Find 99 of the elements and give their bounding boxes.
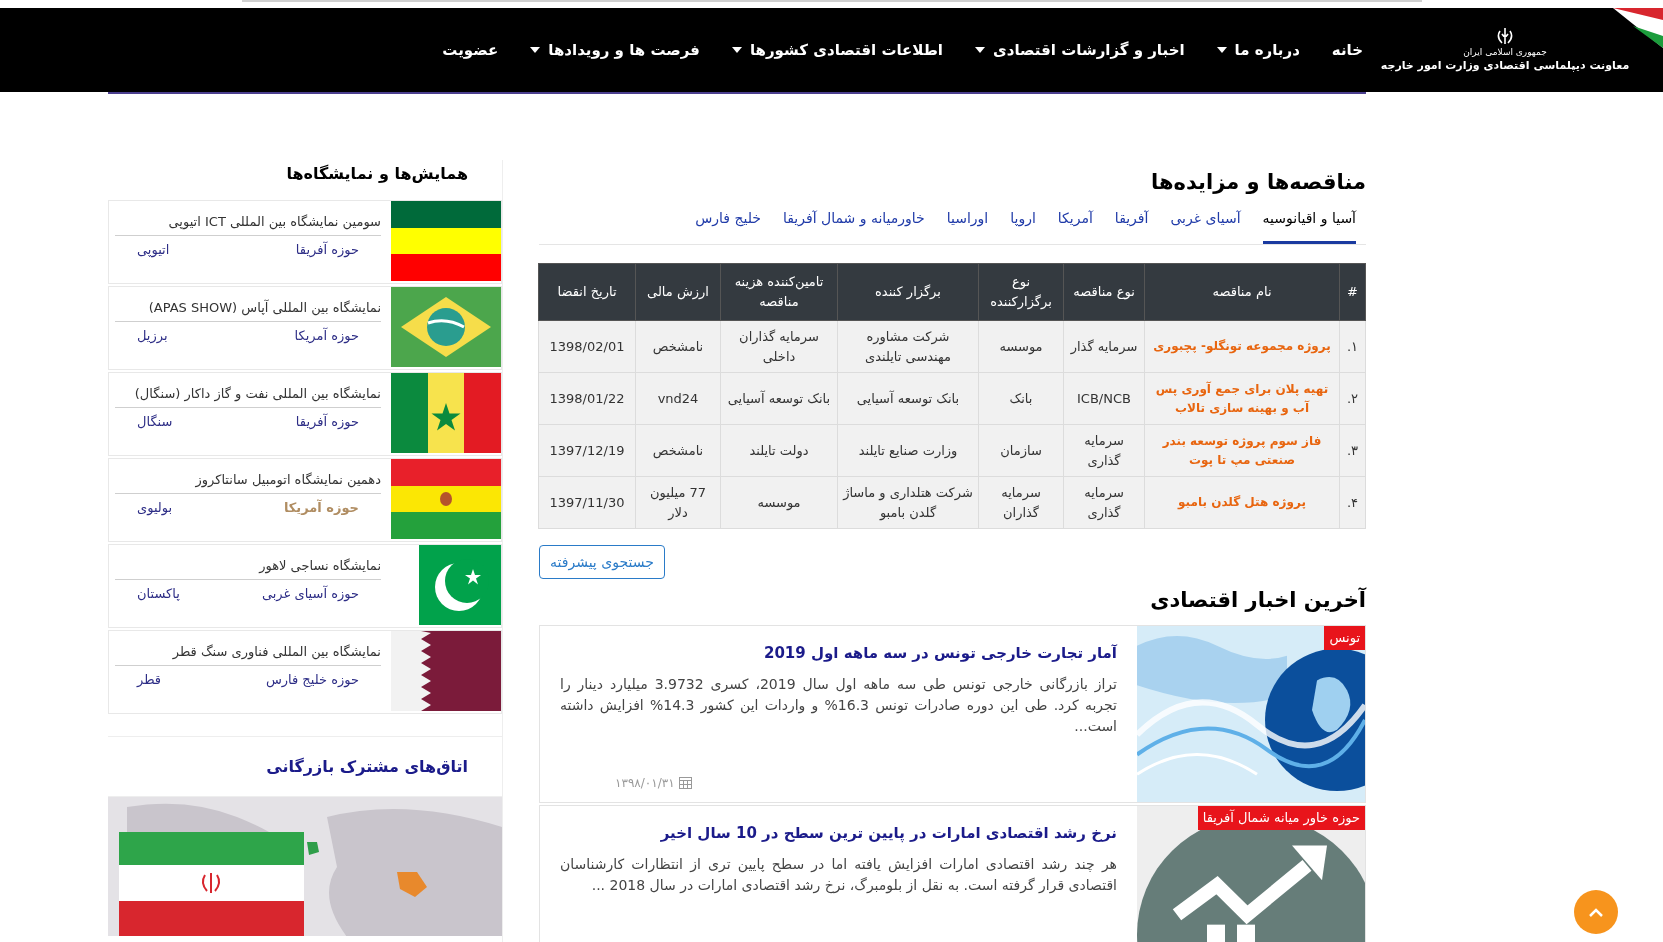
exhibition-title: دهمین نمایشگاه اتومبیل سانتاکروز xyxy=(115,471,381,494)
table-cell: 1398/02/01 xyxy=(538,320,636,373)
nav-link[interactable]: درباره ما xyxy=(1216,38,1300,62)
region-link[interactable]: حوزه آسیای غربی xyxy=(261,584,359,604)
country-link[interactable]: اتیوپی xyxy=(137,240,170,260)
news-title[interactable]: نرخ رشد اقتصادی امارات در پایین ترین سطح در 10 سال اخیر xyxy=(560,821,1117,844)
logo-subtitle: جمهوری اسلامی ایران xyxy=(1463,46,1547,58)
exhibition-card[interactable]: دهمین نمایشگاه اتومبیل سانتاکروز حوزه آمریکا بولیوی xyxy=(108,458,502,542)
table-cell: سرمایه گذاری xyxy=(1063,424,1145,477)
column-header: تامین‌کننده هزینه مناقصه xyxy=(720,263,838,321)
exhibition-title: نمایشگاه نساجی لاهور xyxy=(115,557,381,580)
section-title: مناقصه‌ها و مزایده‌ها xyxy=(1150,169,1366,196)
table-cell: ۱. xyxy=(1339,320,1366,373)
exhibition-title: سومین نمایشگاه بین المللی ICT اتیوپی xyxy=(115,213,381,236)
region-tab[interactable]: آسیای غربی xyxy=(1170,208,1241,244)
table-cell: موسسه xyxy=(978,320,1064,373)
news-excerpt: تراز بازرگانی خارجی تونس طی سه ماهه اول سال 2019، کسری 3.9732 میلیارد دینار را تجربه کرد. طی این دوره صادرات تونس 16.3% و واردات این کشور 14.3% افزایش داشته است... xyxy=(560,674,1117,736)
table-cell: 1398/01/22 xyxy=(538,372,636,425)
flag-icon xyxy=(391,287,501,367)
nav-link[interactable]: اطلاعات اقتصادی کشورها xyxy=(731,38,943,62)
category-tag[interactable]: حوزه خاور میانه شمال آفریقا xyxy=(1197,805,1365,830)
advanced-search-button[interactable]: جستجوی پیشرفته xyxy=(539,545,665,579)
exhibition-title: نمایشگاه بین المللی آپاس (APAS SHOW) xyxy=(115,299,381,322)
table-cell: وزارت صنایع تایلند xyxy=(837,424,979,477)
nav-link[interactable]: عضویت xyxy=(442,38,499,62)
table-cell: 77 میلیون دلار xyxy=(635,476,721,529)
exhibition-title: نمایشگاه بین المللی فناوری سنگ قطر xyxy=(115,643,381,666)
table-cell: سرمایه گذار xyxy=(1063,320,1145,373)
country-link[interactable]: پاکستان xyxy=(137,584,180,604)
table-cell: بانک توسعه آسیایی xyxy=(720,372,838,425)
country-link[interactable]: قطر xyxy=(137,670,162,690)
column-header: ارزش مالی xyxy=(635,263,721,321)
country-link[interactable]: سنگال xyxy=(137,412,173,432)
region-link[interactable]: حوزه آفریقا xyxy=(295,412,359,432)
table-cell: ICB/NCB xyxy=(1063,372,1145,425)
region-tab[interactable]: اوراسیا xyxy=(946,208,989,244)
nav-link[interactable]: فرصت ها و رویدادها xyxy=(530,38,700,62)
region-tab[interactable]: آسیا و اقیانوسیه xyxy=(1262,208,1356,244)
news-date: ۱۳۹۸/۰۱/۳۱ xyxy=(615,774,675,792)
table-cell: ۳. xyxy=(1339,424,1366,477)
table-cell: شرکت مشاوره مهندسی تایلندی xyxy=(837,320,979,373)
column-header: نام مناقصه xyxy=(1144,263,1340,321)
caret-icon xyxy=(1216,47,1227,53)
region-link[interactable]: حوزه خلیج فارس xyxy=(265,670,359,690)
table-cell: نامشخص xyxy=(635,424,721,477)
exhibition-card[interactable]: نمایشگاه بین المللی فناوری سنگ قطر حوزه خلیج فارس قطر xyxy=(108,630,502,714)
table-cell: ۲. xyxy=(1339,372,1366,425)
exhibition-card[interactable]: نمایشگاه بین المللی نفت و گاز داکار (سنگال) حوزه آفریقا سنگال xyxy=(108,372,502,456)
region-tab[interactable]: خاورمیانه و شمال آفریقا xyxy=(782,208,925,244)
table-cell: ۴. xyxy=(1339,476,1366,529)
region-tab[interactable]: آمریکا xyxy=(1057,208,1093,244)
exhibition-title: نمایشگاه بین المللی نفت و گاز داکار (سنگال) xyxy=(115,385,381,408)
table-cell: سرمایه گذاران xyxy=(978,476,1064,529)
table-cell: بانک xyxy=(978,372,1064,425)
emblem-icon xyxy=(1495,26,1515,46)
region-tab[interactable]: آفریقا xyxy=(1114,208,1149,244)
table-cell: سرمایه گذاران داخلی xyxy=(720,320,838,373)
sidebar-title: اتاق‌های مشترک بازرگانی xyxy=(266,755,468,778)
region-tab[interactable]: اروپا xyxy=(1010,208,1036,244)
column-header: تاریخ انقضا xyxy=(538,263,636,321)
column-header: برگزار کننده xyxy=(837,263,979,321)
country-link[interactable]: بولیوی xyxy=(137,498,173,518)
sidebar-title: همایش‌ها و نمایشگاه‌ها xyxy=(285,163,469,185)
exhibition-card[interactable]: نمایشگاه بین المللی آپاس (APAS SHOW) حوزه آمریکا برزیل xyxy=(108,286,502,370)
table-cell: شرکت هتلداری و ماساژ گلدن بامبو xyxy=(837,476,979,529)
nav-link[interactable]: خانه xyxy=(1331,38,1363,62)
table-cell: سازمان xyxy=(978,424,1064,477)
scroll-to-top-button[interactable] xyxy=(1574,890,1618,934)
table-cell: دولت تایلند xyxy=(720,424,838,477)
column-header: # xyxy=(1339,263,1366,321)
section-title: آخرین اخبار اقتصادی xyxy=(1149,586,1366,614)
table-cell: موسسه xyxy=(720,476,838,529)
region-link[interactable]: حوزه آمریکا xyxy=(294,326,359,346)
exhibition-card[interactable]: سومین نمایشگاه بین المللی ICT اتیوپی حوزه آفریقا اتیوپی xyxy=(108,200,502,284)
chevron-up-icon xyxy=(1589,907,1603,917)
region-tab[interactable]: خلیج فارس xyxy=(695,208,761,244)
caret-icon xyxy=(975,47,985,53)
table-cell: نامشخص xyxy=(635,320,721,373)
region-link[interactable]: حوزه آفریقا xyxy=(295,240,359,260)
column-header: نوع برگزارکننده xyxy=(978,263,1064,321)
table-cell: سرمایه گذاری xyxy=(1063,476,1145,529)
table-cell: 1397/12/19 xyxy=(538,424,636,477)
column-header: نوع مناقصه xyxy=(1063,263,1145,321)
table-cell: vnd24 xyxy=(635,372,721,425)
calendar-icon xyxy=(678,776,692,789)
flag-icon xyxy=(391,201,501,281)
caret-icon xyxy=(530,47,541,53)
flag-icon xyxy=(391,373,501,453)
news-title[interactable]: آمار تجارت خارجی تونس در سه ماهه اول 2019 xyxy=(560,641,1117,664)
flag-icon xyxy=(391,459,501,539)
news-excerpt: هر چند رشد اقتصادی امارات افزایش یافته اما در سطح پایین تری از انتظارات کارشناسان اقتصادی قرار گرفته است. به نقل از بلومبرگ، نرخ رشد اقتصادی امارات در سال 2018 ... xyxy=(560,854,1117,896)
category-tag[interactable]: تونس xyxy=(1324,625,1365,650)
table-cell: 1397/11/30 xyxy=(538,476,636,529)
table-cell: بانک توسعه آسیایی xyxy=(837,372,979,425)
caret-icon xyxy=(731,47,742,53)
country-link[interactable]: برزیل xyxy=(137,326,168,346)
logo-title: معاونت دیپلماسی اقتصادی وزارت امور خارجه xyxy=(1380,58,1630,74)
nav-link[interactable]: اخبار و گزارشات اقتصادی xyxy=(975,38,1185,62)
exhibition-card[interactable]: نمایشگاه نساجی لاهور حوزه آسیای غربی پاکستان xyxy=(108,544,502,628)
